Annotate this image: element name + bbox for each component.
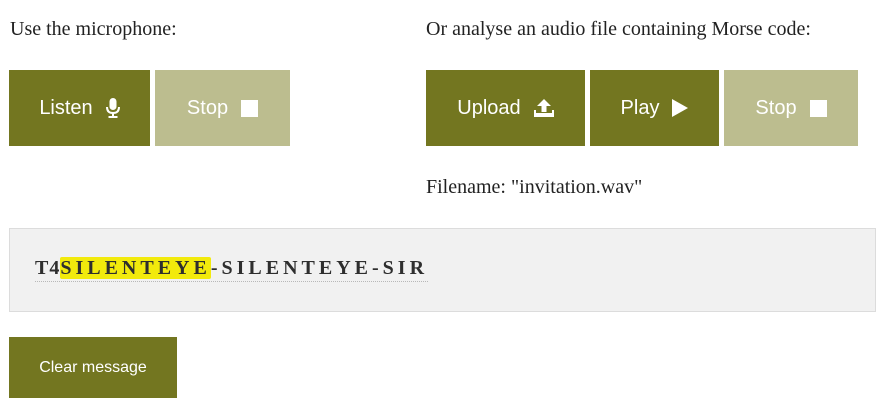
play-icon [672, 99, 689, 117]
mic-stop-button-label: Stop [186, 96, 229, 119]
file-stop-button[interactable]: Stop [724, 70, 858, 146]
message-highlight: SILENTEYE [60, 257, 211, 279]
microphone-label: Use the microphone: [10, 18, 177, 40]
filename-text: Filename: "invitation.wav" [426, 176, 643, 198]
clear-message-button[interactable]: Clear message [9, 337, 177, 398]
message-rest: -SILENTEYE-SIR [210, 257, 429, 279]
decoded-message-text: T4SILENTEYE-SILENTEYE-SIR [35, 257, 429, 282]
stop-icon [241, 99, 259, 117]
play-button[interactable]: Play [590, 70, 719, 146]
listen-button-label: Listen [39, 96, 93, 119]
file-stop-button-label: Stop [755, 96, 797, 119]
upload-button[interactable]: Upload [426, 70, 585, 146]
play-button-label: Play [620, 96, 660, 119]
stop-icon [809, 99, 827, 117]
file-label: Or analyse an audio file containing Mors… [426, 18, 811, 40]
mic-stop-button[interactable]: Stop [155, 70, 290, 146]
microphone-icon [105, 98, 120, 118]
listen-button[interactable]: Listen [9, 70, 150, 146]
upload-icon [533, 99, 554, 117]
message-prefix: T4 [35, 257, 61, 279]
decoded-message-box: T4SILENTEYE-SILENTEYE-SIR [9, 228, 876, 312]
upload-button-label: Upload [457, 96, 521, 119]
